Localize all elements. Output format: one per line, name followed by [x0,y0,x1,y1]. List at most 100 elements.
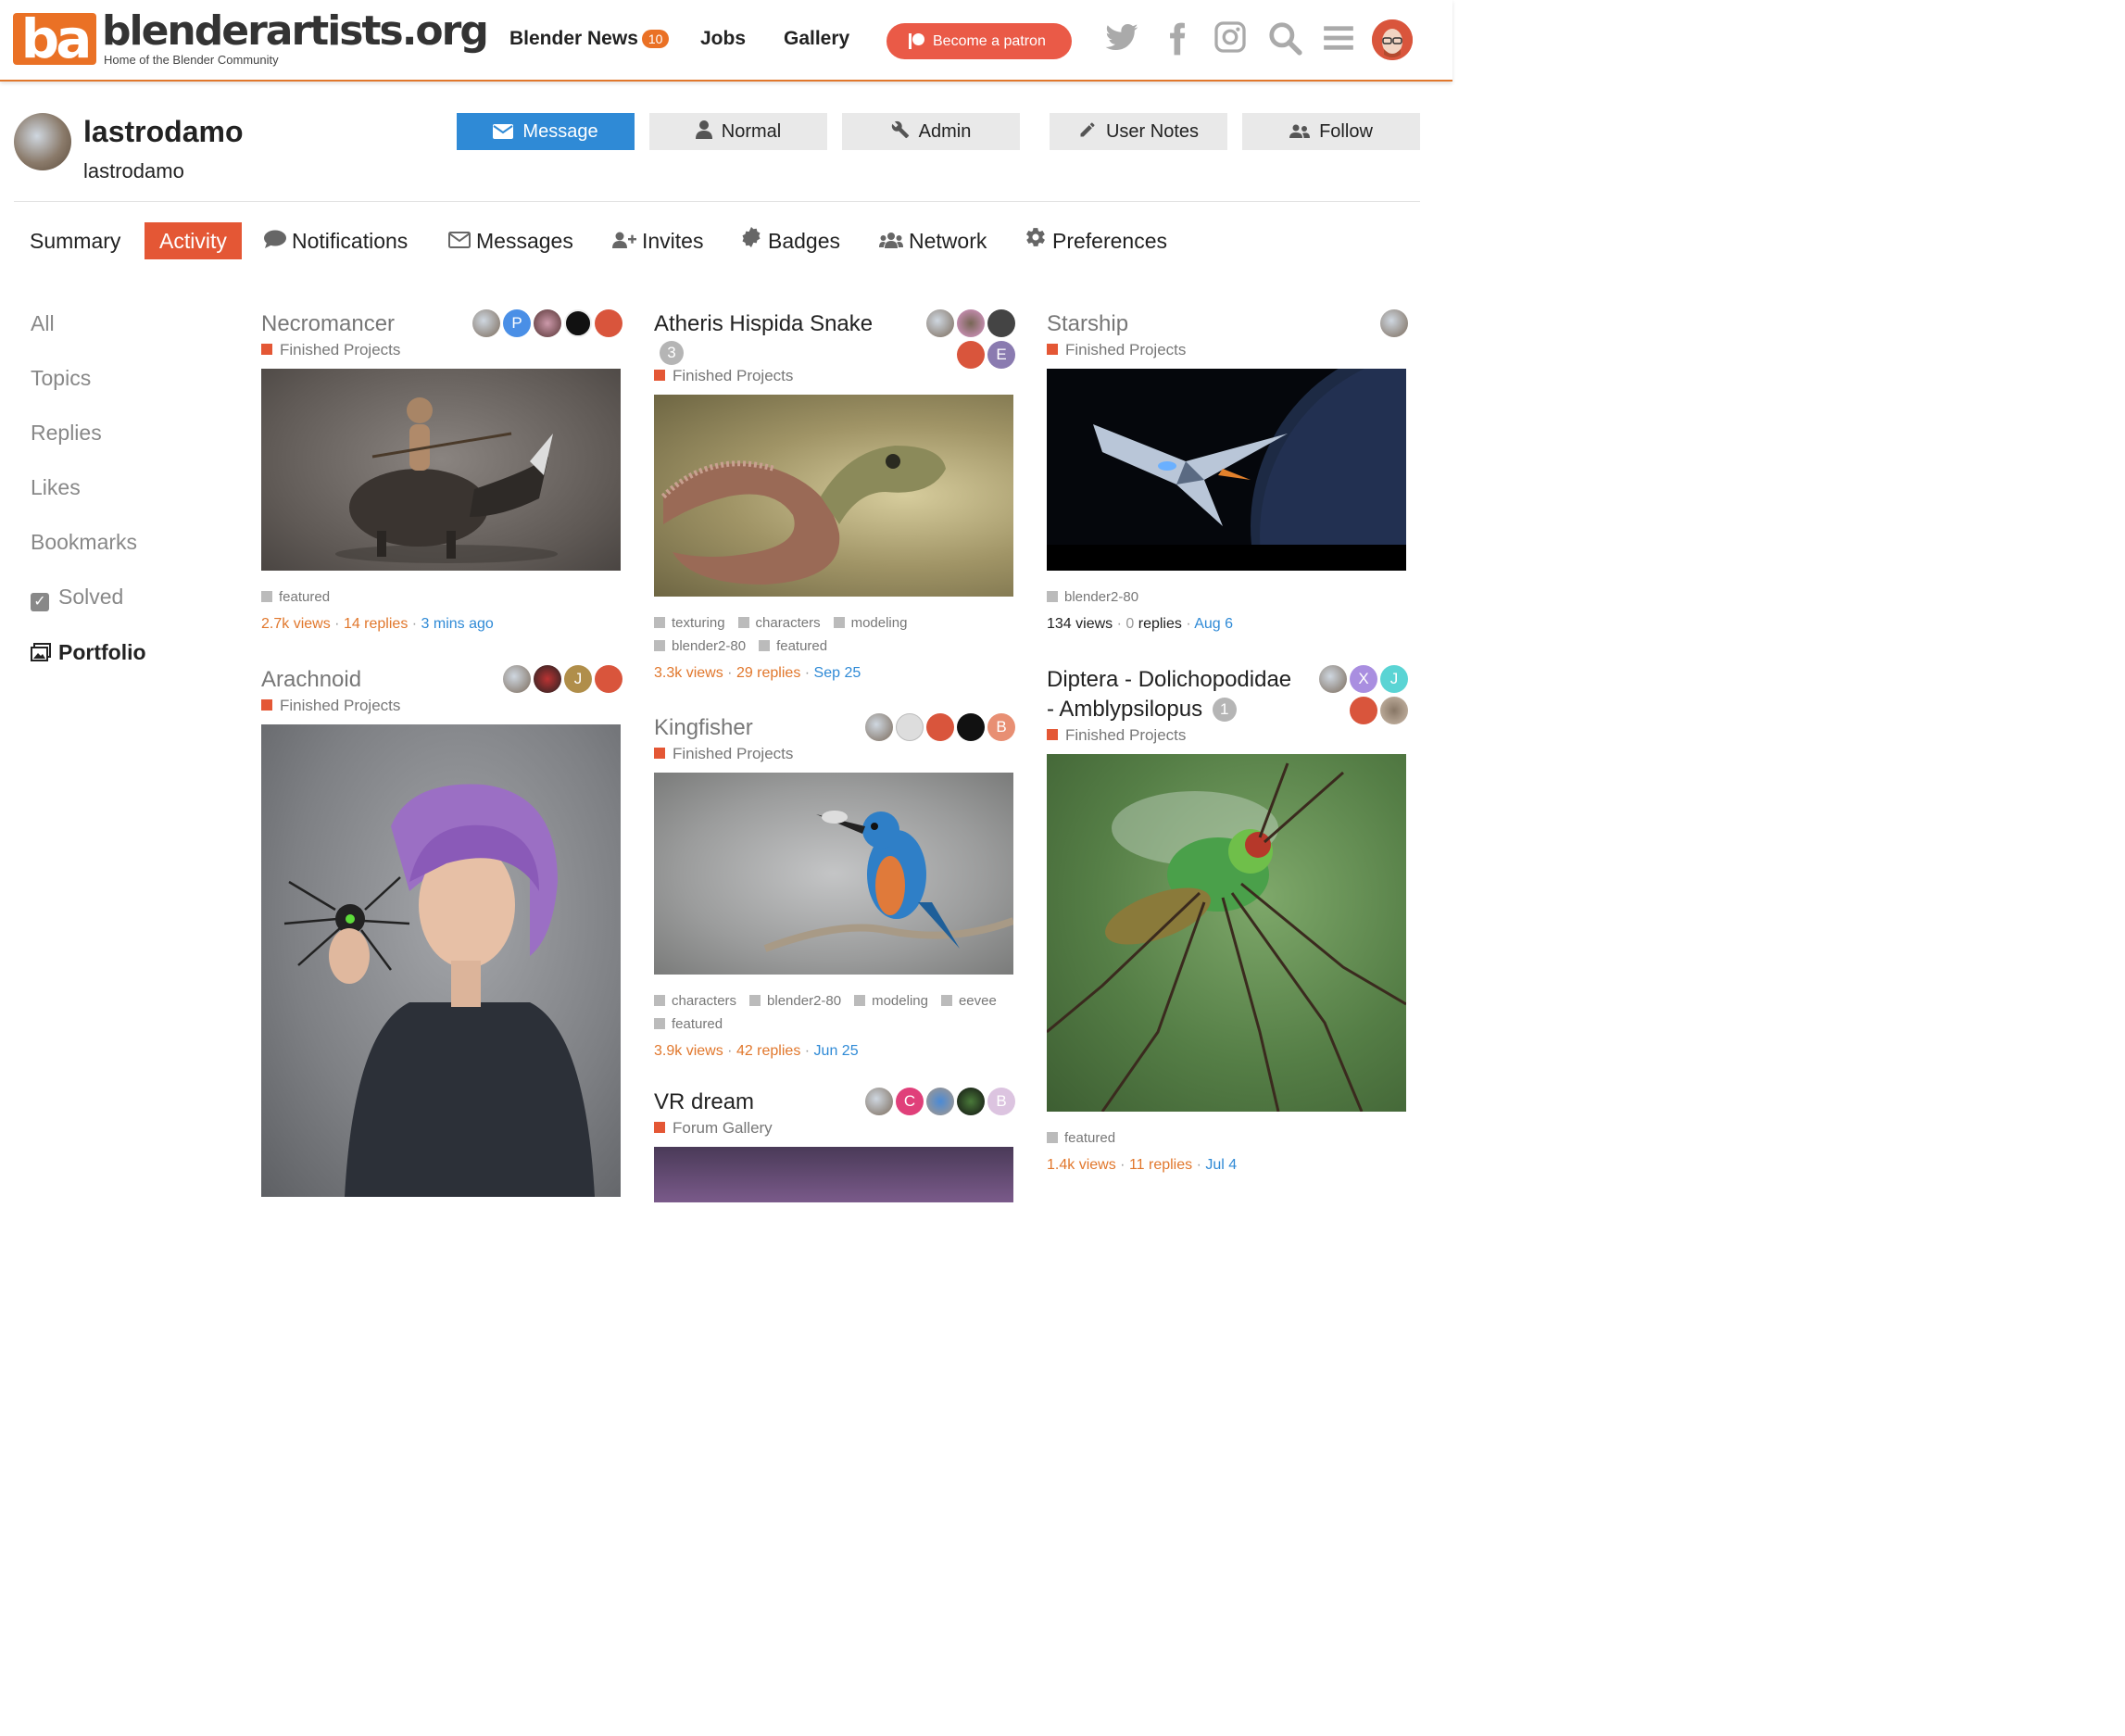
tab-messages[interactable]: Messages [448,222,573,259]
card-category[interactable]: Finished Projects [261,697,622,715]
poster-avatar[interactable] [957,341,985,369]
poster-avatar[interactable]: J [564,665,592,693]
tab-activity[interactable]: Activity [145,222,242,259]
follow-button[interactable]: Follow [1242,113,1420,150]
activity-date[interactable]: 3 mins ago [421,616,494,632]
poster-avatar[interactable]: X [1350,665,1377,693]
tag[interactable]: featured [654,1013,723,1036]
poster-avatar[interactable]: P [503,309,531,337]
replies-count[interactable]: 14 replies [344,616,408,632]
activity-date[interactable]: Jun 25 [814,1043,859,1059]
tag[interactable]: blender2-80 [1047,585,1138,609]
poster-avatar[interactable] [957,713,985,741]
card-image-necromancer[interactable] [261,369,621,571]
normal-button[interactable]: Normal [649,113,827,150]
site-logo-mark[interactable]: ba [13,12,96,66]
instagram-icon[interactable] [1213,20,1251,57]
poster-avatar[interactable] [534,665,561,693]
card-category[interactable]: Finished Projects [654,367,1015,385]
card-image-starship[interactable] [1047,369,1406,571]
card-category[interactable]: Finished Projects [261,341,622,359]
nav-jobs[interactable]: Jobs [700,28,746,50]
poster-avatar[interactable] [595,665,622,693]
activity-date[interactable]: Sep 25 [814,665,861,681]
card-category[interactable]: Finished Projects [1047,341,1408,359]
card-category[interactable]: Finished Projects [1047,726,1408,745]
poster-avatar[interactable] [534,309,561,337]
poster-avatar[interactable] [595,309,622,337]
filter-topics[interactable]: Topics [31,366,91,391]
replies-count[interactable]: 29 replies [736,665,800,681]
filter-portfolio[interactable]: Portfolio [31,640,146,667]
tag[interactable]: eevee [940,989,997,1013]
filter-likes[interactable]: Likes [31,475,81,500]
tab-preferences[interactable]: Preferences [1025,222,1167,259]
card-image-diptera[interactable] [1047,754,1406,1112]
card-image-vr-dream[interactable] [654,1147,1013,1202]
tag[interactable]: characters [737,611,821,635]
tab-summary[interactable]: Summary [30,222,120,259]
poster-avatar[interactable]: E [987,341,1015,369]
admin-button[interactable]: Admin [842,113,1020,150]
facebook-icon[interactable] [1160,20,1197,57]
tab-invites[interactable]: Invites [612,222,703,259]
poster-avatar[interactable] [1319,665,1347,693]
poster-avatar[interactable] [926,1088,954,1115]
poster-avatar[interactable] [503,665,531,693]
poster-avatar[interactable] [865,1088,893,1115]
nav-gallery[interactable]: Gallery [784,28,849,50]
tag[interactable]: characters [654,989,736,1013]
poster-avatar[interactable]: B [987,713,1015,741]
become-patron-button[interactable]: Become a patron [886,23,1072,59]
card-image-arachnoid[interactable] [261,724,621,1197]
poster-avatar[interactable] [926,713,954,741]
search-icon[interactable] [1267,20,1304,57]
tag[interactable]: featured [1047,1126,1115,1150]
poster-avatar[interactable]: J [1380,665,1408,693]
message-button[interactable]: Message [457,113,635,150]
card-category[interactable]: Finished Projects [654,745,1015,763]
replies-count[interactable]: 42 replies [736,1043,800,1059]
tab-badges[interactable]: Badges [740,222,840,259]
unread-count-badge[interactable]: 1 [1212,698,1237,722]
tag[interactable]: texturing [654,611,725,635]
replies-count[interactable]: 11 replies [1129,1157,1192,1173]
poster-avatar[interactable] [987,309,1015,337]
poster-avatar[interactable] [896,713,924,741]
poster-avatar[interactable] [1380,309,1408,337]
card-image-kingfisher[interactable] [654,773,1013,975]
activity-date[interactable]: Aug 6 [1194,616,1233,632]
current-user-avatar[interactable] [1372,19,1413,60]
hamburger-menu-icon[interactable] [1321,20,1358,57]
poster-avatar[interactable] [957,1088,985,1115]
tab-network[interactable]: Network [879,222,987,259]
card-title[interactable]: Starship [1047,309,1408,339]
site-logo-text[interactable]: blenderartists.org [102,7,489,55]
tag[interactable]: modeling [833,611,907,635]
card-category[interactable]: Forum Gallery [654,1119,1015,1138]
poster-avatar[interactable] [926,309,954,337]
activity-date[interactable]: Jul 4 [1205,1157,1237,1173]
nav-blender-news[interactable]: Blender News 10 [509,28,670,50]
poster-avatar[interactable] [865,713,893,741]
poster-avatar[interactable] [1350,697,1377,724]
tag[interactable]: featured [261,585,330,609]
filter-solved[interactable]: ✓ Solved [31,585,123,611]
twitter-icon[interactable] [1104,20,1141,57]
poster-avatar[interactable] [1380,697,1408,724]
unread-count-badge[interactable]: 3 [660,341,684,365]
card-image-atheris[interactable] [654,395,1013,597]
poster-avatar[interactable] [957,309,985,337]
tab-notifications[interactable]: Notifications [264,222,408,259]
poster-avatar[interactable]: B [987,1088,1015,1115]
poster-avatar[interactable]: C [896,1088,924,1115]
poster-avatar[interactable] [564,309,592,337]
tag[interactable]: blender2-80 [749,989,841,1013]
tag[interactable]: modeling [854,989,928,1013]
filter-bookmarks[interactable]: Bookmarks [31,530,137,555]
user-notes-button[interactable]: User Notes [1050,113,1227,150]
filter-all[interactable]: All [31,311,55,336]
poster-avatar[interactable] [472,309,500,337]
tag[interactable]: featured [759,635,827,658]
tag[interactable]: blender2-80 [654,635,746,658]
